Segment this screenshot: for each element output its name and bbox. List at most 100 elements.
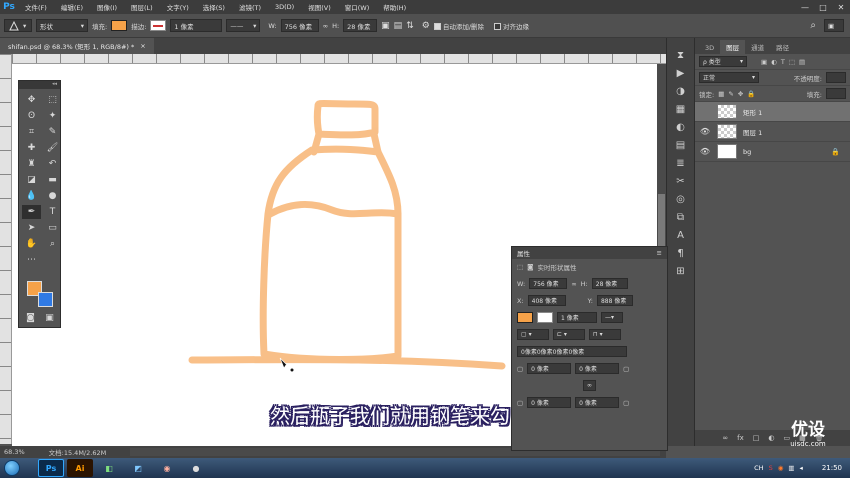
stroke-width-input[interactable]: 1 像素 [557, 312, 597, 323]
pen-tool-icon[interactable]: ✒ [22, 205, 41, 219]
path-alignment-icon[interactable]: ▤ [394, 21, 403, 31]
eraser-tool-icon[interactable]: ◪ [22, 173, 41, 187]
link-icon[interactable]: ∞ [323, 22, 328, 30]
corner-tl-input[interactable]: 0 像素 [527, 363, 572, 374]
add-mask-icon[interactable]: □ [753, 434, 760, 442]
layer-row-bg[interactable]: 👁 bg 🔒 [695, 142, 850, 162]
filter-adjustment-icon[interactable]: ◐ [771, 58, 777, 66]
gear-icon[interactable]: ⚙ [422, 21, 430, 31]
taskbar-app-4[interactable]: ◩ [125, 459, 151, 477]
panel-menu-icon[interactable]: ≡ [657, 249, 662, 257]
menu-help[interactable]: 帮助(H) [376, 2, 413, 12]
start-button[interactable] [0, 458, 24, 478]
properties-panel-icon[interactable]: ≣ [673, 156, 689, 171]
gradient-tool-icon[interactable]: ▬ [43, 173, 62, 187]
brush-panel-icon[interactable]: ✂ [673, 174, 689, 189]
speaker-icon[interactable]: ◂ [800, 464, 803, 472]
lock-position-icon[interactable]: ✥ [738, 90, 743, 98]
menu-file[interactable]: 文件(F) [18, 2, 54, 12]
corner-radius-all-input[interactable]: 0像素0像素0像素0像素 [517, 346, 627, 357]
dodge-tool-icon[interactable]: ● [43, 189, 62, 203]
eyedropper-tool-icon[interactable]: ✎ [43, 125, 62, 139]
tool-preset-picker[interactable]: ▾ [4, 19, 32, 32]
quick-mask-icon[interactable]: ◙ [21, 311, 40, 325]
hand-tool-icon[interactable]: ✋ [22, 237, 41, 251]
taskbar-app-5[interactable]: ◉ [154, 459, 180, 477]
link-layers-icon[interactable]: ∞ [722, 434, 728, 442]
opacity-input[interactable] [826, 72, 846, 83]
menu-type[interactable]: 文字(Y) [160, 2, 196, 12]
filter-pixel-icon[interactable]: ▣ [761, 58, 767, 66]
stroke-cap-select[interactable]: ⊏ ▾ [553, 329, 585, 340]
corner-bl-input[interactable]: 0 像素 [527, 397, 572, 408]
libraries-panel-icon[interactable]: ⧉ [673, 210, 689, 225]
network-icon[interactable]: ▥ [788, 464, 794, 472]
type-tool-icon[interactable]: T [43, 205, 62, 219]
menu-select[interactable]: 选择(S) [196, 2, 232, 12]
eye-icon[interactable]: 👁 [699, 127, 711, 136]
taskbar-photoshop[interactable]: Ps [38, 459, 64, 477]
screen-mode-icon[interactable]: ▣ [40, 311, 59, 325]
stroke-align-select[interactable]: ▢ ▾ [517, 329, 549, 340]
clock[interactable]: 21:50 [822, 464, 842, 472]
search-icon[interactable]: ⌕ [810, 20, 816, 31]
move-tool-icon[interactable]: ✥ [22, 93, 41, 107]
filter-shape-icon[interactable]: ⬚ [789, 58, 795, 66]
stroke-type-select[interactable]: —— ▾ [226, 19, 261, 32]
align-edges-option[interactable]: 对齐边缘 [494, 21, 529, 31]
auto-add-delete-option[interactable]: 自动添加/删除 [433, 21, 484, 31]
layer-name[interactable]: bg [743, 148, 751, 156]
menu-filter[interactable]: 滤镜(T) [232, 2, 268, 12]
paragraph-panel-icon[interactable]: ¶ [673, 246, 689, 261]
lasso-tool-icon[interactable]: ʘ [22, 109, 41, 123]
history-brush-tool-icon[interactable]: ↶ [43, 157, 62, 171]
tool-mode-select[interactable]: 形状 ▾ [36, 19, 88, 32]
stroke-width-input[interactable]: 1 像素 [170, 19, 223, 32]
layer-filter-select[interactable]: ρ 类型 ▾ [699, 56, 747, 67]
filter-smart-object-icon[interactable]: ▤ [799, 58, 805, 66]
fill-swatch[interactable] [517, 312, 533, 323]
stroke-swatch[interactable] [150, 20, 167, 31]
path-selection-tool-icon[interactable]: ➤ [22, 221, 41, 235]
fill-input[interactable] [826, 88, 846, 99]
width-input[interactable]: 756 像素 [529, 278, 568, 289]
healing-brush-tool-icon[interactable]: ✚ [22, 141, 41, 155]
lock-transparent-icon[interactable]: ▦ [718, 90, 724, 98]
layer-style-icon[interactable]: fx [737, 434, 744, 442]
lock-all-icon[interactable]: 🔒 [747, 90, 755, 98]
close-tab-icon[interactable]: × [140, 42, 145, 50]
maximize-button[interactable]: □ [814, 0, 832, 14]
align-edges-checkbox[interactable] [494, 23, 502, 30]
stroke-type-select[interactable]: —▾ [601, 312, 623, 323]
tab-3d[interactable]: 3D [699, 42, 720, 54]
zoom-level[interactable]: 68.3% [4, 448, 25, 456]
blend-mode-select[interactable]: 正常 ▾ [699, 72, 759, 83]
layer-name[interactable]: 图层 1 [743, 127, 762, 137]
taskbar-illustrator[interactable]: Ai [67, 459, 93, 477]
width-input[interactable]: 756 像素 [280, 19, 319, 32]
menu-window[interactable]: 窗口(W) [338, 2, 377, 12]
corner-link-button[interactable]: ∞ [583, 380, 596, 391]
path-arrangement-icon[interactable]: ⇅ [406, 21, 414, 31]
taskbar-app-6[interactable]: ● [183, 459, 209, 477]
x-input[interactable]: 408 像素 [527, 295, 566, 306]
tools-panel-header[interactable]: ◂◂ [19, 81, 60, 89]
menu-edit[interactable]: 编辑(E) [54, 2, 90, 12]
more-tools-icon[interactable]: ⋯ [22, 253, 41, 267]
glyphs-panel-icon[interactable]: ⊞ [673, 264, 689, 279]
menu-3d[interactable]: 3D(D) [268, 3, 301, 11]
styles-panel-icon[interactable]: ▤ [673, 138, 689, 153]
marquee-tool-icon[interactable]: ⬚ [43, 93, 62, 107]
background-color-swatch[interactable] [38, 292, 53, 307]
language-indicator[interactable]: CH [754, 464, 763, 472]
minimize-button[interactable]: — [796, 0, 814, 14]
y-input[interactable]: 888 像素 [596, 295, 633, 306]
tab-channels[interactable]: 通道 [745, 40, 770, 54]
document-tab[interactable]: shifan.psd @ 68.3% (矩形 1, RGB/8#) * × [0, 38, 154, 54]
filter-type-icon[interactable]: T [781, 58, 785, 66]
blur-tool-icon[interactable]: 💧 [22, 189, 41, 203]
security-icon[interactable]: ◉ [778, 464, 784, 472]
history-panel-icon[interactable]: ⧗ [673, 48, 689, 63]
auto-add-delete-checkbox[interactable] [433, 23, 441, 30]
rectangle-tool-icon[interactable]: ▭ [43, 221, 62, 235]
